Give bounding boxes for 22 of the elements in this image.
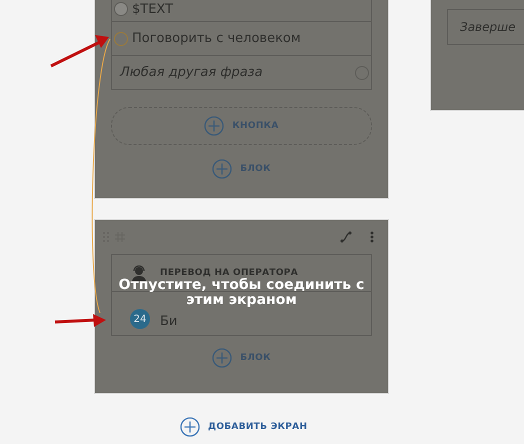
add-icon [180, 417, 200, 437]
add-screen-link[interactable]: ДОБАВИТЬ ЭКРАН [208, 422, 308, 432]
drop-hint: Отпустите, чтобы соединить с этим экраном [118, 278, 366, 308]
arrow [50, 32, 110, 68]
count-badge: 24 [130, 309, 150, 329]
radio-icon [114, 2, 128, 16]
option-text[interactable]: $TEXT [132, 2, 174, 16]
option-text[interactable]: Любая другая фраза [120, 65, 351, 80]
radio-icon [114, 32, 128, 46]
add-icon [212, 159, 232, 179]
block-title: ПЕРЕВОД НА ОПЕРАТОРА [160, 268, 298, 278]
add-icon [204, 116, 224, 136]
end-button[interactable]: Заверше [447, 9, 524, 45]
add-block-link[interactable]: БЛОК [240, 164, 271, 174]
operator-text: Би [160, 314, 178, 329]
add-button[interactable]: КНОПКА [111, 107, 372, 145]
option-text[interactable]: Поговорить с человеком [132, 31, 301, 46]
add-block-link[interactable]: БЛОК [240, 353, 271, 363]
more-icon[interactable] [370, 231, 374, 243]
add-icon [212, 348, 232, 368]
connect-icon[interactable] [340, 231, 352, 243]
arrow [54, 313, 106, 329]
